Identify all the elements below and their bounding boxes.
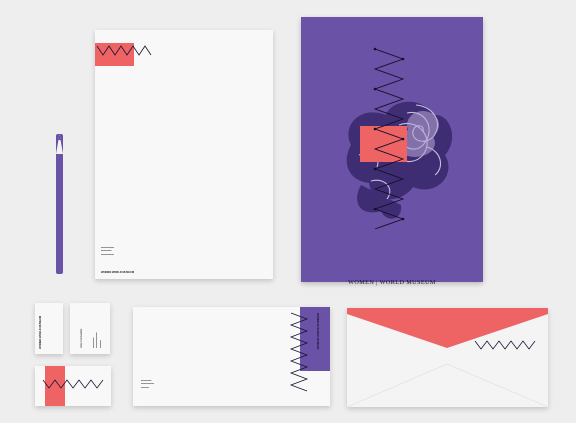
business-card-logo xyxy=(35,366,111,406)
zigzag-monogram-icon xyxy=(96,45,152,56)
zigzag-monogram-icon xyxy=(373,47,405,230)
business-card-back: WOMEN WORLD MUSEUM xyxy=(35,303,63,354)
stationery-mockup: ▬▬▬▬▬ ▬▬▬▬ ▬▬▬▬▬ WOMEN WORLD MUSEUM WOME… xyxy=(0,0,576,423)
business-card-front: Jane Fornwalder ▬▬▬▬ ▬▬▬▬▬▬ ▬▬▬ xyxy=(70,303,110,354)
business-card-name: Jane Fornwalder xyxy=(80,328,83,348)
poster-title: WOMEN | WORLD MUSEUM xyxy=(348,279,436,286)
purple-poster: WOMEN | WORLD MUSEUM xyxy=(301,17,483,286)
compliments-strip-label: WOMEN IN WORLD MUSEUM xyxy=(316,313,319,350)
zigzag-monogram-icon xyxy=(474,340,536,350)
business-card-details: ▬▬▬▬ ▬▬▬▬▬▬ ▬▬▬ xyxy=(92,332,102,348)
envelope-flap xyxy=(347,308,548,407)
compliments-slip: WOMEN IN WORLD MUSEUM ▬▬▬▬ ▬▬▬▬▬ ▬▬▬ xyxy=(133,307,330,406)
letterhead-footer-label: WOMEN WORLD MUSEUM xyxy=(101,271,134,274)
letterhead-sheet: ▬▬▬▬▬ ▬▬▬▬ ▬▬▬▬▬ WOMEN WORLD MUSEUM xyxy=(95,30,273,279)
envelope xyxy=(347,308,548,407)
zigzag-monogram-icon xyxy=(289,312,309,392)
letterhead-address-block: ▬▬▬▬▬ ▬▬▬▬ ▬▬▬▬▬ xyxy=(101,246,114,256)
compliments-address-block: ▬▬▬▬ ▬▬▬▬▬ ▬▬▬ xyxy=(141,379,154,389)
pencil xyxy=(56,134,63,274)
zigzag-monogram-icon xyxy=(42,379,104,389)
pencil-tip-icon xyxy=(56,134,63,154)
business-card-back-label: WOMEN WORLD MUSEUM xyxy=(39,316,42,349)
